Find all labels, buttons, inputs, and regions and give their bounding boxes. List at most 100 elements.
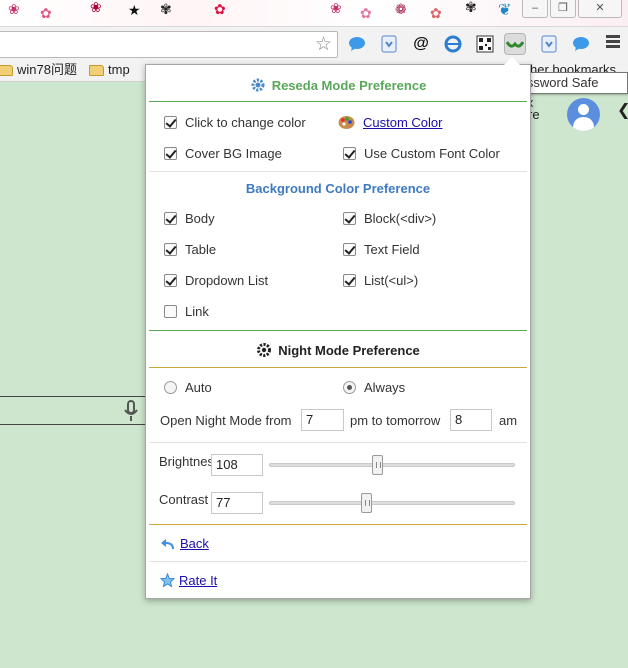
at-sign-icon[interactable]: @	[410, 33, 432, 55]
bookmark-folder-label: tmp	[108, 62, 130, 77]
checkbox[interactable]	[164, 116, 177, 129]
checkbox[interactable]	[164, 212, 177, 225]
text-field-checkbox[interactable]: Text Field	[343, 242, 420, 257]
flower-icon: ✿	[430, 5, 442, 21]
bookmark-folder[interactable]: tmp	[89, 62, 130, 78]
popup-title-text: Reseda Mode Preference	[271, 77, 427, 93]
flower-icon: ✿	[40, 5, 52, 21]
body-checkbox[interactable]: Body	[164, 211, 215, 226]
am-label: am	[499, 413, 518, 428]
option-label: Auto	[185, 380, 212, 395]
divider	[149, 330, 527, 331]
contrast-slider-thumb[interactable]	[360, 493, 372, 513]
night-end-hour-input[interactable]: 8	[450, 409, 492, 431]
night-pref-heading: Night Mode Preference	[146, 342, 530, 358]
hamburger-menu-icon[interactable]	[606, 35, 620, 50]
checkbox[interactable]	[343, 147, 356, 160]
flower-icon: ❀	[90, 0, 102, 15]
divider	[149, 561, 527, 562]
option-label: Dropdown List	[185, 273, 269, 288]
ie-icon[interactable]	[442, 33, 464, 55]
brightness-input[interactable]: 108	[211, 454, 263, 476]
butterfly-icon: ❦	[498, 2, 512, 19]
gear-icon	[251, 78, 265, 92]
radio-button[interactable]	[343, 381, 356, 394]
back-link-text[interactable]: Back	[180, 536, 209, 551]
checkbox[interactable]	[164, 274, 177, 287]
browser-toolbar: ☆ @	[0, 26, 628, 60]
option-label: List(<ul>)	[364, 273, 419, 288]
dropdown-list-checkbox[interactable]: Dropdown List	[164, 273, 268, 288]
back-link[interactable]: Back	[160, 536, 209, 551]
custom-color-link[interactable]: Custom Color	[363, 115, 442, 130]
brightness-slider-track[interactable]	[269, 463, 515, 467]
option-label: Link	[185, 304, 209, 319]
link-checkbox[interactable]: Link	[164, 304, 209, 319]
minimize-button[interactable]: –	[522, 0, 548, 18]
flower-icon: ❀	[8, 1, 20, 17]
chat-bubble-icon[interactable]	[346, 33, 368, 55]
flower-icon: ❀	[330, 0, 342, 16]
extension-popup: Reseda Mode Preference Click to change c…	[145, 57, 531, 599]
password-safe-box-icon[interactable]	[504, 33, 526, 55]
checkbox[interactable]	[343, 243, 356, 256]
folder-icon	[89, 64, 104, 76]
rate-it-link-text[interactable]: Rate It	[179, 573, 217, 588]
always-radio[interactable]: Always	[343, 380, 405, 395]
divider	[149, 101, 527, 102]
contrast-input[interactable]: 77	[211, 492, 263, 514]
bookmark-star-icon[interactable]: ☆	[315, 34, 332, 56]
section-heading-text: Night Mode Preference	[278, 342, 420, 358]
use-custom-font-checkbox[interactable]: Use Custom Font Color	[343, 146, 500, 161]
brightness-slider-thumb[interactable]	[372, 455, 384, 475]
custom-color-option[interactable]: Custom Color	[338, 115, 442, 130]
option-label: Table	[185, 242, 217, 257]
bookmark-folder[interactable]: win78问题	[0, 62, 77, 78]
popup-title: Reseda Mode Preference	[146, 77, 530, 93]
flower-icon: ❁	[395, 1, 407, 17]
close-window-button[interactable]: ✕	[578, 0, 622, 18]
option-label: Body	[185, 211, 215, 226]
folder-icon	[0, 64, 13, 76]
radio-button[interactable]	[164, 381, 177, 394]
divider	[149, 367, 527, 368]
night-start-hour-input[interactable]: 7	[301, 409, 344, 431]
checkbox[interactable]	[343, 212, 356, 225]
microphone-icon[interactable]	[124, 400, 138, 422]
auto-radio[interactable]: Auto	[164, 380, 212, 395]
bookmark-folder-label: win78问题	[17, 62, 77, 77]
restore-button[interactable]: ❐	[550, 0, 576, 18]
option-label: Use Custom Font Color	[364, 146, 500, 161]
contrast-slider-track[interactable]	[269, 501, 515, 505]
flower-icon: ✾	[160, 1, 172, 17]
list-ul-checkbox[interactable]: List(<ul>)	[343, 273, 418, 288]
section-heading-text: Background Color Preference	[245, 181, 431, 196]
table-checkbox[interactable]: Table	[164, 242, 216, 257]
flower-icon: ✿	[360, 5, 372, 21]
block-div-checkbox[interactable]: Block(<div>)	[343, 211, 436, 226]
checkbox[interactable]	[164, 147, 177, 160]
checkbox[interactable]	[164, 305, 177, 318]
flower-icon: ✾	[465, 0, 477, 15]
popup-arrow	[504, 57, 520, 65]
option-label: Block(<div>)	[364, 211, 437, 226]
cover-bg-image-checkbox[interactable]: Cover BG Image	[164, 146, 282, 161]
option-label: Always	[364, 380, 406, 395]
night-from-label: Open Night Mode from	[160, 413, 292, 428]
divider	[149, 524, 527, 525]
qr-code-icon[interactable]	[474, 33, 496, 55]
star-icon: ★	[128, 2, 141, 18]
user-avatar[interactable]	[567, 98, 600, 131]
download-manager-icon[interactable]	[538, 33, 560, 55]
download-icon[interactable]	[378, 33, 400, 55]
click-to-change-checkbox[interactable]: Click to change color	[164, 115, 306, 130]
checkbox[interactable]	[164, 243, 177, 256]
sun-gear-icon	[257, 343, 272, 357]
divider	[149, 442, 527, 443]
brightness-label: Brightness	[159, 454, 213, 469]
address-bar[interactable]: ☆	[0, 31, 338, 58]
rate-it-link[interactable]: Rate It	[160, 573, 217, 588]
checkbox[interactable]	[343, 274, 356, 287]
chat-bubble-icon[interactable]	[570, 33, 592, 55]
chevron-left-icon[interactable]: ❮	[617, 100, 628, 120]
